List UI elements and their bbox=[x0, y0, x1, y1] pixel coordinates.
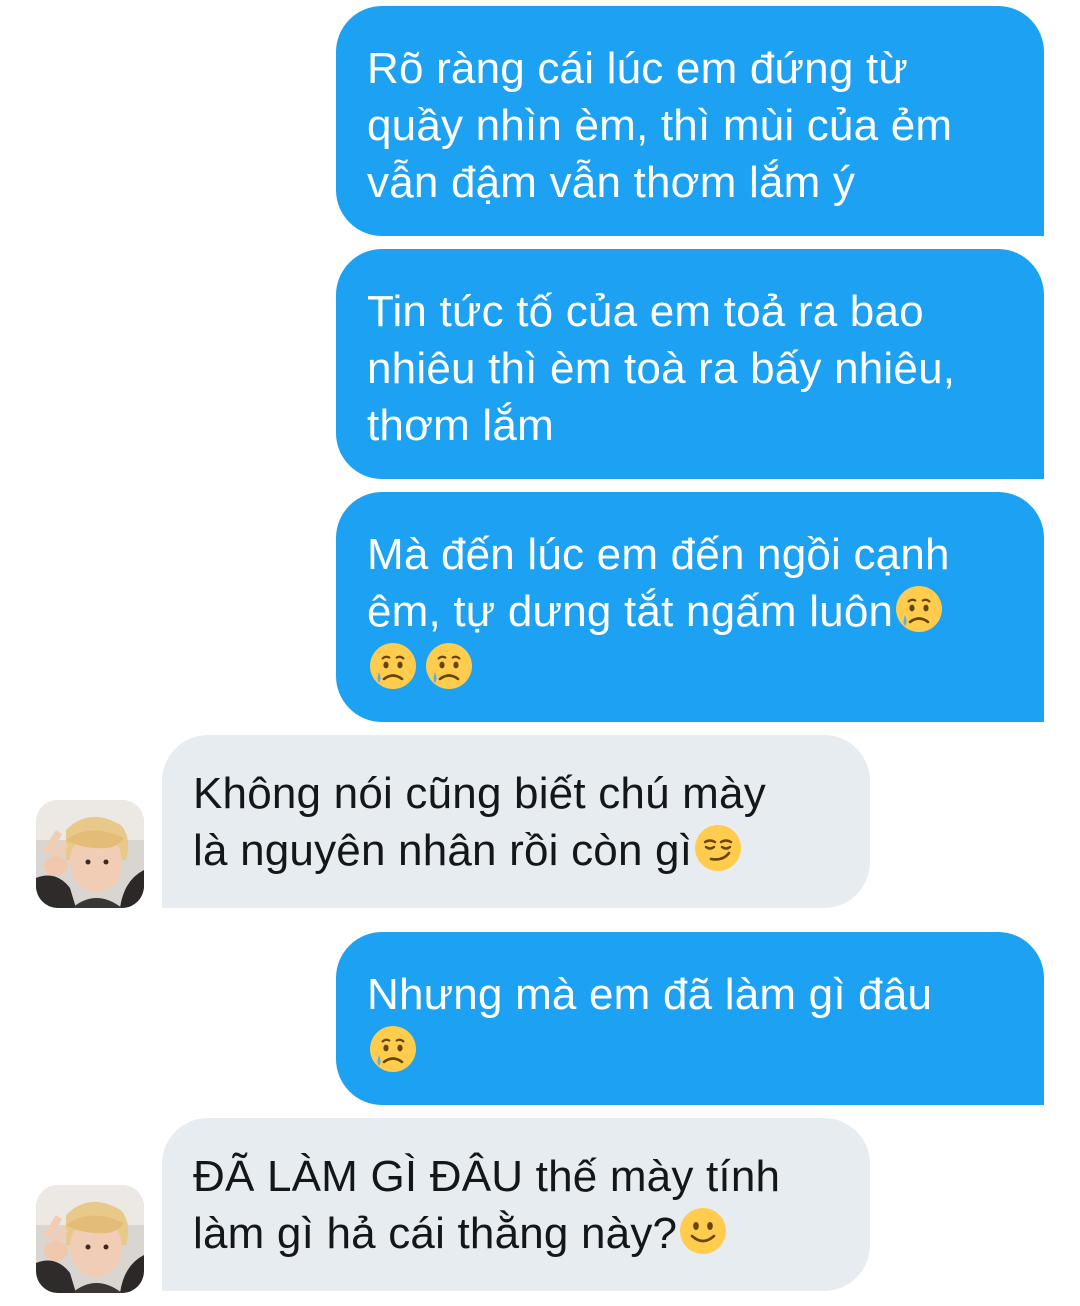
message-bubble-sent[interactable]: Rõ ràng cái lúc em đứng từ quầy nhìn èm,… bbox=[336, 6, 1044, 236]
message-text: êm, tự dưng tắt ngấm luôn bbox=[367, 587, 894, 636]
crying-face-emoji-icon bbox=[894, 584, 944, 634]
message-bubble-received[interactable]: ĐÃ LÀM GÌ ĐÂU thế mày tính làm gì hả cái… bbox=[162, 1118, 870, 1291]
slightly-smiling-face-emoji-icon bbox=[678, 1206, 728, 1256]
crying-face-emoji-icon bbox=[424, 641, 474, 691]
smirking-face-emoji-icon bbox=[693, 823, 743, 873]
message-bubble-sent[interactable]: Mà đến lúc em đến ngồi cạnh êm, tự dưng … bbox=[336, 492, 1044, 722]
avatar[interactable] bbox=[36, 800, 144, 908]
message-text-line: Rõ ràng cái lúc em đứng từ bbox=[367, 44, 909, 93]
message-text-line: Mà đến lúc em đến ngồi cạnh bbox=[367, 530, 950, 579]
message-bubble-received[interactable]: Không nói cũng biết chú mày là nguyên nh… bbox=[162, 735, 870, 908]
message-text-line: làm gì hả cái thằng này? bbox=[193, 1205, 840, 1262]
message-text-line: vẫn đậm vẫn thơm lắm ý bbox=[367, 158, 856, 207]
message-text-line: quầy nhìn èm, thì mùi của ẻm bbox=[367, 101, 953, 150]
crying-face-emoji-icon bbox=[368, 1024, 418, 1074]
message-text-line: Nhưng mà em đã làm gì đâu bbox=[367, 970, 933, 1019]
message-text-line: ĐÃ LÀM GÌ ĐÂU thế mày tính bbox=[193, 1152, 781, 1201]
message-bubble-sent[interactable]: Nhưng mà em đã làm gì đâu bbox=[336, 932, 1044, 1105]
message-text-line: nhiêu thì èm toà ra bấy nhiêu, bbox=[367, 344, 956, 393]
avatar[interactable] bbox=[36, 1185, 144, 1293]
message-text-line: êm, tự dưng tắt ngấm luôn bbox=[367, 583, 1014, 640]
message-text: làm gì hả cái thằng này? bbox=[193, 1209, 678, 1258]
message-text: là nguyên nhân rồi còn gì bbox=[193, 826, 693, 875]
message-text-line: Tin tức tố của em toả ra bao bbox=[367, 287, 924, 336]
message-bubble-sent[interactable]: Tin tức tố của em toả ra bao nhiêu thì è… bbox=[336, 249, 1044, 479]
message-text-line bbox=[367, 640, 1014, 697]
crying-face-emoji-icon bbox=[368, 641, 418, 691]
message-text-line: là nguyên nhân rồi còn gì bbox=[193, 822, 840, 879]
message-text-line bbox=[367, 1023, 1014, 1080]
message-text-line: thơm lắm bbox=[367, 401, 554, 450]
message-text-line: Không nói cũng biết chú mày bbox=[193, 769, 766, 818]
